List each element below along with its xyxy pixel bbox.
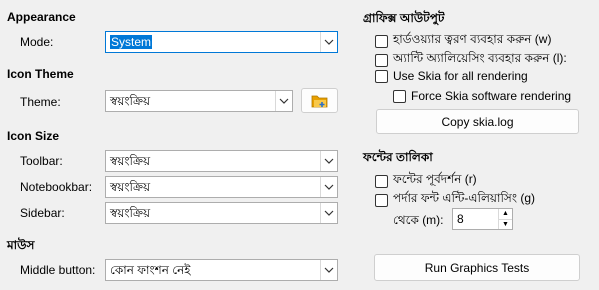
notebookbar-size-combobox[interactable]: স্বয়ংক্রিয় bbox=[105, 176, 338, 198]
sidebar-size-combobox[interactable]: স্বয়ংক্রিয় bbox=[105, 202, 338, 224]
middle-button-value: কোন ফাংশন নেই bbox=[110, 263, 191, 277]
notebookbar-size-value: স্বয়ংক্রিয় bbox=[110, 180, 151, 194]
copy-skia-log-button[interactable]: Copy skia.log bbox=[376, 109, 579, 134]
graphics-output-heading: গ্রাফিক্স আউটপুট bbox=[363, 11, 445, 25]
mode-value: System bbox=[110, 35, 153, 49]
theme-value: স্বয়ংক্রিয় bbox=[110, 94, 151, 108]
sidebar-label: Sidebar: bbox=[20, 206, 65, 220]
middle-button-label: Middle button: bbox=[20, 263, 96, 277]
font-list-heading: ফন্টের তালিকা bbox=[363, 150, 433, 164]
force-skia-checkbox[interactable]: Force Skia software rendering bbox=[393, 89, 571, 103]
checkbox-box[interactable] bbox=[393, 89, 406, 103]
mouse-heading: মাউস bbox=[7, 238, 35, 252]
appearance-heading: Appearance bbox=[7, 10, 76, 24]
checkbox-box[interactable] bbox=[375, 34, 388, 48]
checkbox-box[interactable] bbox=[375, 193, 388, 207]
chevron-down-icon[interactable] bbox=[320, 151, 337, 171]
from-size-spinbox[interactable]: 8 ▲ ▼ bbox=[452, 208, 513, 230]
chevron-down-icon[interactable] bbox=[320, 32, 337, 52]
checkbox-box[interactable] bbox=[375, 53, 388, 67]
checkbox-box[interactable] bbox=[375, 69, 388, 83]
from-size-value: 8 bbox=[457, 212, 464, 226]
notebookbar-label: Notebookbar: bbox=[20, 180, 93, 194]
theme-combobox[interactable]: স্বয়ংক্রিয় bbox=[105, 90, 293, 112]
sidebar-size-value: স্বয়ংক্রিয় bbox=[110, 206, 151, 220]
spin-up-icon[interactable]: ▲ bbox=[499, 209, 512, 219]
toolbar-size-combobox[interactable]: স্বয়ংক্রিয় bbox=[105, 150, 338, 172]
spin-down-icon[interactable]: ▼ bbox=[499, 218, 512, 230]
chevron-down-icon[interactable] bbox=[275, 91, 292, 111]
use-skia-checkbox[interactable]: Use Skia for all rendering bbox=[375, 69, 528, 83]
toolbar-label: Toolbar: bbox=[20, 154, 63, 168]
force-skia-label: Force Skia software rendering bbox=[411, 89, 572, 103]
theme-label: Theme: bbox=[20, 95, 61, 109]
icon-size-heading: Icon Size bbox=[7, 129, 60, 143]
hw-accel-label: হার্ডওয়্যার ত্বরণ ব্যবহার করুন (w) bbox=[393, 32, 552, 46]
mode-label: Mode: bbox=[20, 35, 54, 49]
screen-font-aa-label: পর্দার ফন্ট এন্টি-এলিয়াসিং (g) bbox=[393, 191, 535, 205]
use-skia-label: Use Skia for all rendering bbox=[393, 69, 528, 83]
chevron-down-icon[interactable] bbox=[320, 260, 337, 280]
add-icon-theme-button[interactable] bbox=[301, 88, 338, 113]
toolbar-size-value: স্বয়ংক্রিয় bbox=[110, 154, 151, 168]
run-graphics-tests-button[interactable]: Run Graphics Tests bbox=[374, 254, 580, 281]
checkbox-box[interactable] bbox=[375, 174, 388, 188]
hw-accel-checkbox[interactable]: হার্ডওয়্যার ত্বরণ ব্যবহার করুন (w) bbox=[375, 31, 551, 51]
antialias-checkbox[interactable]: অ্যান্টি অ্যালিয়েসিং ব্যবহার করুন (l): bbox=[375, 50, 567, 70]
screen-font-aa-checkbox[interactable]: পর্দার ফন্ট এন্টি-এলিয়াসিং (g) bbox=[375, 190, 535, 210]
folder-add-icon bbox=[311, 95, 327, 107]
font-preview-checkbox[interactable]: ফন্টের পূর্বদর্শন (r) bbox=[375, 171, 477, 191]
chevron-down-icon[interactable] bbox=[320, 203, 337, 223]
font-preview-label: ফন্টের পূর্বদর্শন (r) bbox=[393, 172, 477, 186]
middle-button-combobox[interactable]: কোন ফাংশন নেই bbox=[105, 259, 338, 281]
icon-theme-heading: Icon Theme bbox=[7, 67, 74, 81]
from-label: থেকে (m): bbox=[393, 213, 444, 227]
antialias-label: অ্যান্টি অ্যালিয়েসিং ব্যবহার করুন (l): bbox=[393, 51, 567, 65]
chevron-down-icon[interactable] bbox=[320, 177, 337, 197]
mode-combobox[interactable]: System bbox=[105, 31, 338, 53]
